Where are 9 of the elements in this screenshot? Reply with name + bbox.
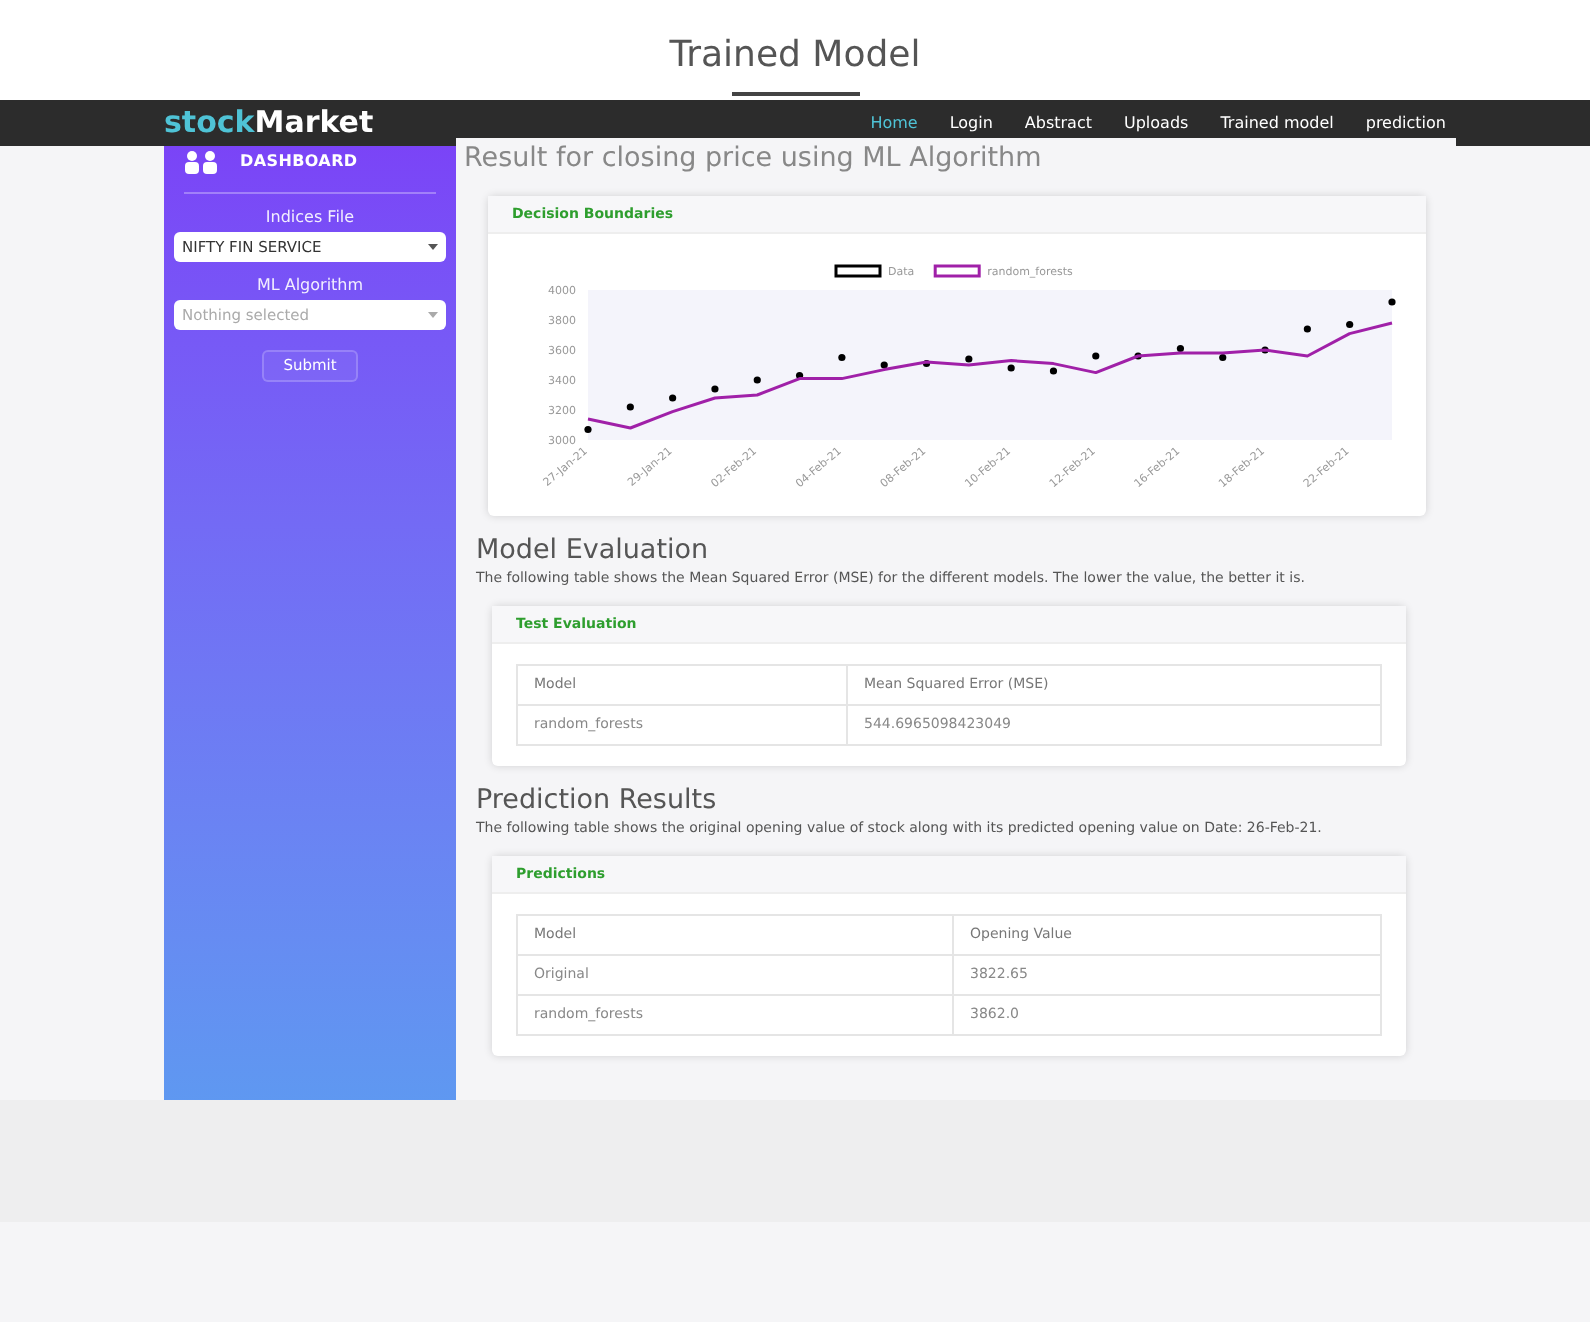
section-heading: Prediction Results — [476, 782, 719, 818]
result-heading: Result for closing price using ML Algorithm — [464, 140, 1044, 178]
section-heading: Model Evaluation — [476, 532, 711, 568]
page-title: Trained Model — [669, 32, 921, 80]
sidebar-title: DASHBOARD — [240, 150, 358, 174]
field-label: ML Algorithm — [256, 274, 364, 298]
brand-text: Market — [254, 108, 374, 138]
brand-text: stock — [164, 108, 255, 138]
field-label: Indices File — [265, 206, 355, 230]
